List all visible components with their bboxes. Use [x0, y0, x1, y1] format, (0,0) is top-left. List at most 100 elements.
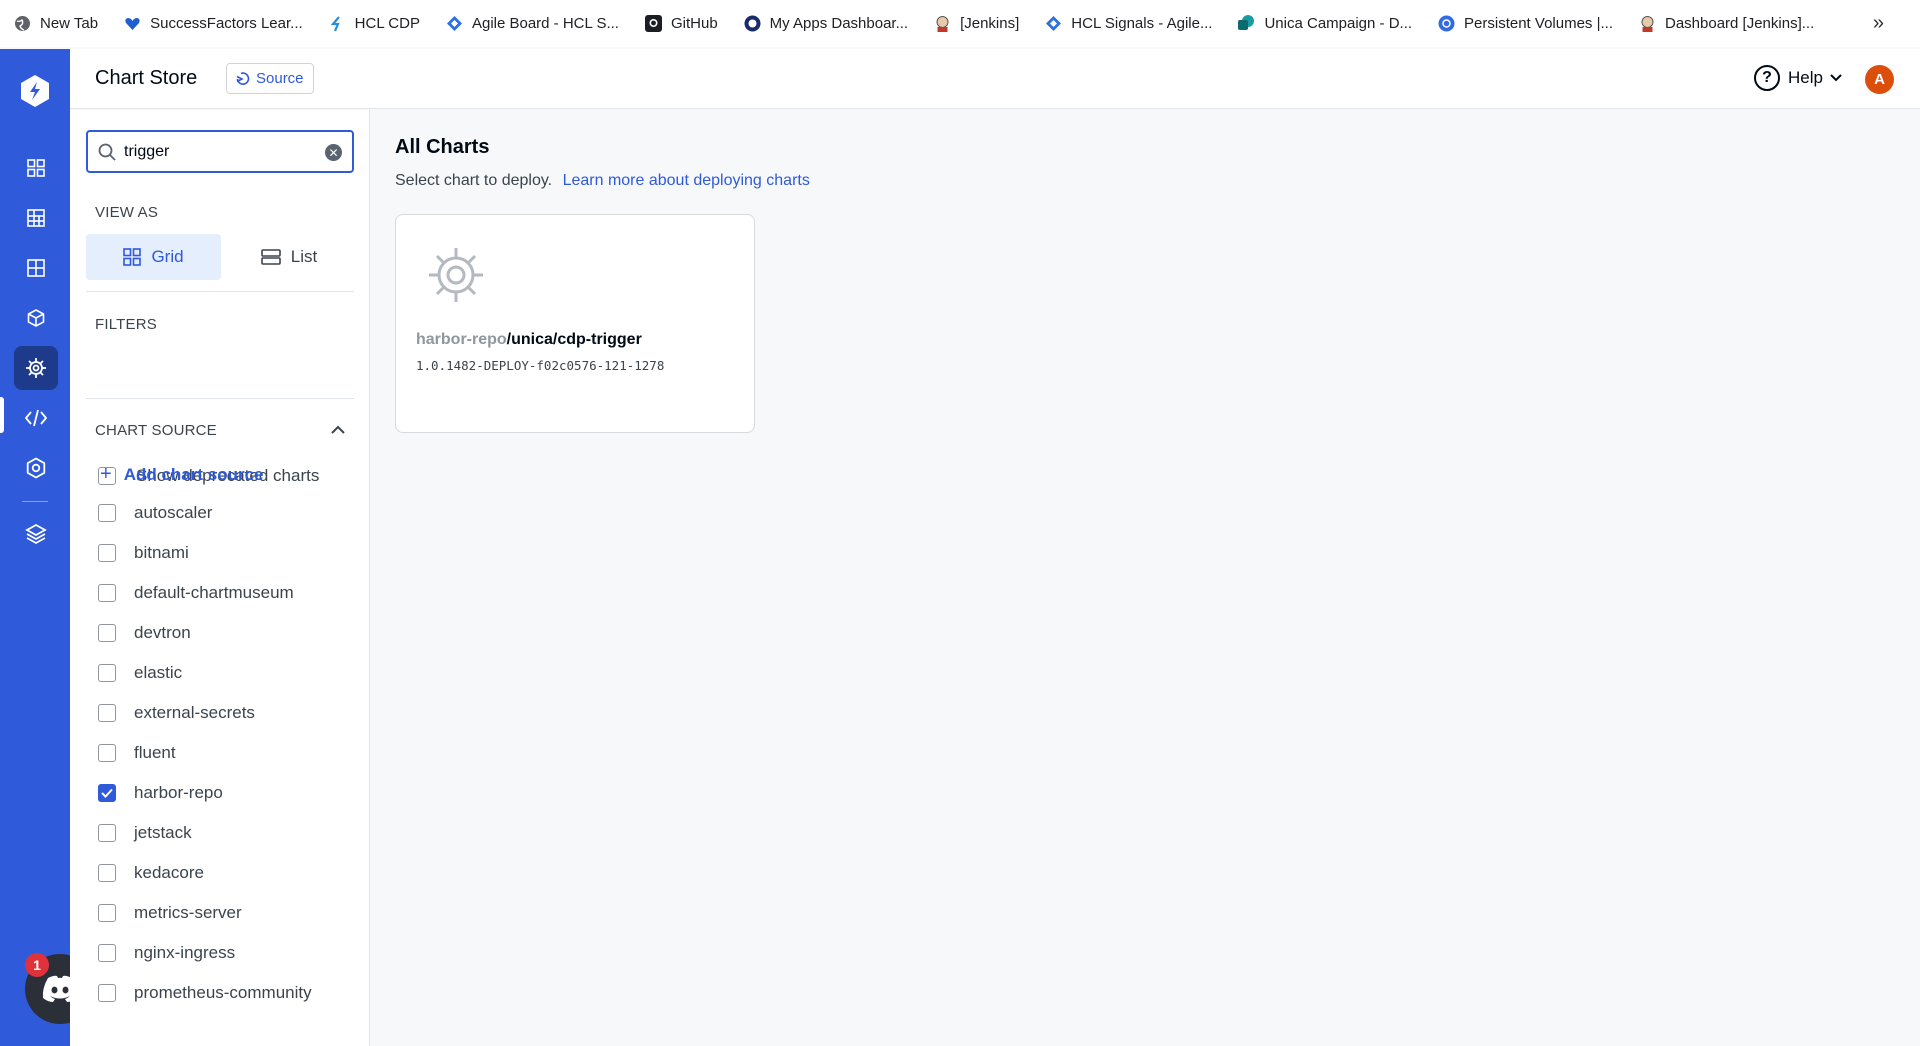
nav-active-indicator	[0, 397, 4, 433]
more-bookmarks-icon[interactable]: »	[1873, 12, 1884, 35]
list-label: List	[290, 247, 318, 266]
filter-panel: ✕ VIEW AS Grid List FILTERS Show depreca…	[70, 110, 370, 1046]
bookmark-label: SuccessFactors Lear...	[150, 15, 303, 32]
chart-source-item[interactable]: external-secrets	[98, 693, 312, 733]
divider	[86, 398, 354, 399]
bookmark-label: [Jenkins]	[960, 15, 1020, 32]
clear-search-icon[interactable]: ✕	[325, 144, 342, 161]
nav-chart-store-icon[interactable]	[14, 346, 58, 390]
chart-source-item[interactable]: prometheus-community	[98, 973, 312, 1013]
checkbox[interactable]	[98, 704, 116, 722]
chart-source-item[interactable]: autoscaler	[98, 493, 312, 533]
nav-resource-browser-icon[interactable]	[14, 246, 58, 290]
chart-source-item[interactable]: harbor-repo	[98, 773, 312, 813]
bookmark-label: New Tab	[40, 15, 99, 32]
bookmarks-bar: New Tab SuccessFactors Lear... HCL CDP A…	[0, 0, 1920, 47]
bookmark-persistent-volumes[interactable]: Persistent Volumes |...	[1438, 10, 1613, 38]
nav-cube-icon[interactable]	[14, 296, 58, 340]
chart-source-label: devtron	[134, 623, 191, 642]
help-icon: ?	[1754, 65, 1780, 91]
chart-source-item[interactable]: default-chartmuseum	[98, 573, 312, 613]
chart-source-item[interactable]: elastic	[98, 653, 312, 693]
bookmark-github[interactable]: GitHub	[644, 10, 718, 38]
bookmark-hcl-signals[interactable]: HCL Signals - Agile...	[1045, 10, 1212, 38]
bookmark-new-tab[interactable]: New Tab	[14, 10, 98, 38]
bookmark-successfactors[interactable]: SuccessFactors Lear...	[124, 10, 303, 38]
jenkins-icon	[1639, 15, 1656, 32]
search-icon	[98, 143, 116, 161]
chart-source-item[interactable]: bitnami	[98, 533, 312, 573]
chart-source-label: prometheus-community	[134, 983, 312, 1002]
checkbox[interactable]	[98, 784, 116, 802]
checkbox[interactable]	[98, 904, 116, 922]
bookmark-label: Unica Campaign - D...	[1264, 15, 1413, 32]
chart-card[interactable]: harbor-repo/unica/cdp-trigger 1.0.1482-D…	[395, 214, 755, 433]
help-menu[interactable]: ? Help	[1754, 65, 1843, 91]
add-chart-source-label: Add chart source	[123, 464, 264, 484]
bookmark-label: GitHub	[670, 15, 718, 32]
nav-code-icon[interactable]	[14, 396, 58, 440]
list-icon	[260, 249, 281, 265]
checkbox[interactable]	[98, 744, 116, 762]
chart-source-heading: CHART SOURCE	[95, 422, 217, 439]
view-grid-button[interactable]: Grid	[86, 234, 221, 280]
checkbox[interactable]	[98, 544, 116, 562]
checkbox[interactable]	[98, 504, 116, 522]
bookmark-jenkins-dashboard[interactable]: Dashboard [Jenkins]...	[1639, 10, 1814, 38]
chevron-up-icon[interactable]	[330, 425, 346, 435]
chart-source-item[interactable]: metrics-server	[98, 893, 312, 933]
chart-repo: harbor-repo	[416, 331, 507, 348]
checkbox[interactable]	[98, 664, 116, 682]
add-chart-source-button[interactable]: + Add chart source	[100, 463, 264, 486]
bookmark-label: HCL Signals - Agile...	[1071, 15, 1213, 32]
chart-source-label: nginx-ingress	[134, 943, 236, 962]
chart-source-item[interactable]: devtron	[98, 613, 312, 653]
chart-source-item[interactable]: kedacore	[98, 853, 312, 893]
bookmark-label: HCL CDP	[354, 15, 420, 32]
checkmark-icon	[101, 788, 113, 798]
checkbox[interactable]	[98, 864, 116, 882]
globe-icon	[14, 15, 31, 32]
nav-settings-icon[interactable]	[14, 446, 58, 490]
chevron-down-icon	[1829, 73, 1843, 83]
source-button[interactable]: Source	[226, 63, 314, 94]
devtron-logo-icon[interactable]	[17, 73, 53, 109]
nav-app-groups-icon[interactable]	[14, 196, 58, 240]
search-input[interactable]	[124, 142, 314, 161]
grid-icon	[123, 248, 142, 266]
learn-more-link[interactable]: Learn more about deploying charts	[563, 172, 810, 189]
diamond-icon	[1045, 15, 1062, 32]
help-label: Help	[1788, 68, 1823, 87]
view-list-button[interactable]: List	[222, 234, 356, 280]
checkbox[interactable]	[98, 624, 116, 642]
bookmark-agile-board[interactable]: Agile Board - HCL S...	[446, 10, 619, 38]
nav-applications-icon[interactable]	[14, 146, 58, 190]
nav-rail	[0, 49, 70, 1046]
chart-source-item[interactable]: nginx-ingress	[98, 933, 312, 973]
bookmark-label: My Apps Dashboar...	[769, 15, 909, 32]
bookmark-my-apps[interactable]: My Apps Dashboar...	[744, 10, 908, 38]
chart-path: /unica/cdp-trigger	[506, 331, 642, 348]
chart-source-item[interactable]: jetstack	[98, 813, 312, 853]
chart-version: 1.0.1482-DEPLOY-f02c0576-121-1278	[416, 358, 665, 373]
divider	[86, 291, 354, 292]
checkbox[interactable]	[98, 944, 116, 962]
checkbox[interactable]	[98, 824, 116, 842]
nav-stack-manager-icon[interactable]	[14, 512, 58, 556]
checkbox[interactable]	[98, 984, 116, 1002]
chart-search[interactable]: ✕	[86, 130, 354, 173]
deploy-instructions: Select chart to deploy. Learn more about…	[395, 172, 810, 190]
bookmark-unica-campaign[interactable]: Unica Campaign - D...	[1238, 10, 1412, 38]
jenkins-icon	[934, 15, 951, 32]
bookmark-jenkins[interactable]: [Jenkins]	[934, 10, 1019, 38]
checkbox[interactable]	[98, 584, 116, 602]
chart-source-label: kedacore	[134, 863, 204, 882]
chart-source-label: external-secrets	[134, 703, 255, 722]
all-charts-heading: All Charts	[395, 136, 490, 158]
bookmark-hcl-cdp[interactable]: HCL CDP	[329, 10, 420, 38]
kubernetes-icon	[1438, 15, 1455, 32]
bookmark-label: Persistent Volumes |...	[1464, 15, 1613, 32]
chart-source-item[interactable]: fluent	[98, 733, 312, 773]
chart-source-label: harbor-repo	[134, 783, 223, 802]
user-avatar[interactable]: A	[1865, 65, 1894, 94]
